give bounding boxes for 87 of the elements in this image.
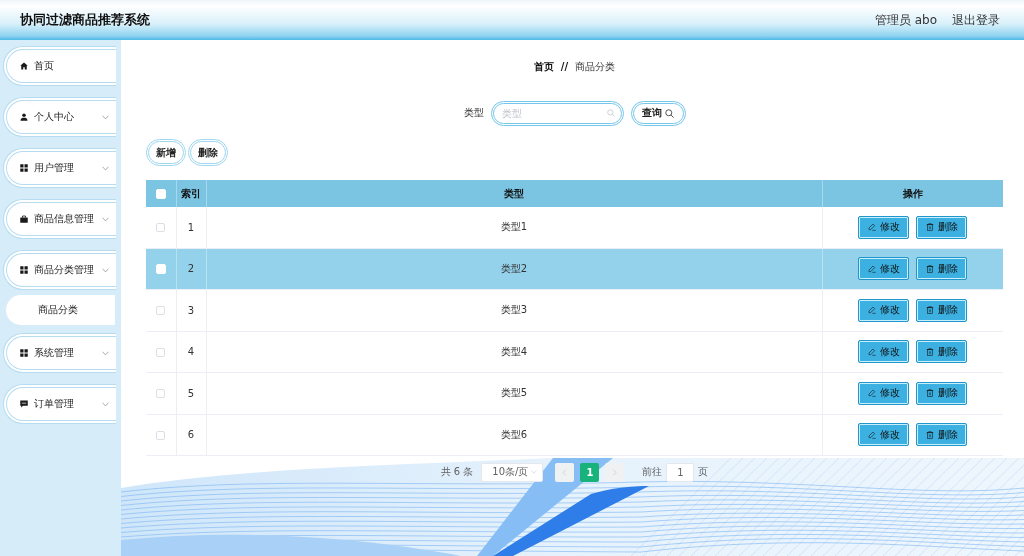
grid-icon [20, 266, 28, 274]
table-cell: 类型2 [206, 248, 822, 290]
table-cell: 5 [176, 372, 206, 414]
table-cell: 3 [176, 289, 206, 331]
table-cell: 类型1 [206, 207, 822, 248]
goto-suffix: 页 [698, 465, 709, 479]
edit-button[interactable]: 修改 [858, 298, 910, 322]
table-cell: 类型4 [206, 331, 822, 373]
add-button[interactable]: 新增 [146, 139, 186, 166]
row-checkbox[interactable] [156, 430, 166, 440]
delete-button[interactable]: 删除 [916, 257, 968, 281]
user-name: 管理员 abo [874, 11, 937, 29]
nav-item[interactable]: 系统管理 [3, 333, 116, 373]
delete-button[interactable]: 删除 [916, 215, 968, 239]
breadcrumb-item[interactable]: 首页 [533, 60, 554, 74]
table-row[interactable]: 4 类型4 修改 删除 [146, 331, 1003, 373]
trash-icon [925, 347, 934, 356]
delete-button[interactable]: 删除 [916, 298, 968, 322]
table-row[interactable]: 5 类型5 修改 删除 [146, 372, 1003, 414]
chevron-down-icon [102, 165, 109, 171]
nav-item[interactable]: 商品分类管理 [3, 250, 116, 290]
chevron-down-icon [102, 267, 109, 273]
edit-icon [867, 430, 876, 439]
trash-icon [925, 264, 934, 273]
breadcrumb-item: 商品分类 [575, 60, 616, 74]
chevron-down-icon [102, 216, 109, 222]
grid-icon [20, 349, 28, 357]
edit-button[interactable]: 修改 [858, 423, 910, 447]
edit-icon [867, 264, 876, 273]
column-header: 类型 [206, 180, 822, 207]
table-cell: 6 [176, 414, 206, 456]
trash-icon [925, 430, 934, 439]
submenu-item[interactable]: 商品分类 [6, 295, 115, 325]
query-button[interactable]: 查询 [630, 100, 686, 126]
chevron-down-icon [102, 401, 109, 407]
nav-item[interactable]: 用户管理 [3, 148, 116, 188]
row-checkbox[interactable] [156, 306, 166, 316]
table-cell: 4 [176, 331, 206, 373]
home-icon [20, 62, 28, 70]
briefcase-icon [20, 215, 28, 223]
trash-icon [925, 306, 934, 315]
select-all-checkbox[interactable] [155, 189, 166, 199]
delete-button[interactable]: 删除 [916, 423, 968, 447]
trash-icon [925, 223, 934, 232]
delete-button[interactable]: 删除 [916, 340, 968, 364]
edit-button[interactable]: 修改 [858, 257, 910, 281]
table-row[interactable]: 2 类型2 修改 删除 [146, 248, 1003, 290]
table-cell: 2 [176, 248, 206, 290]
pagination-total: 共 6 条 [440, 465, 474, 479]
table-row[interactable]: 3 类型3 修改 删除 [146, 289, 1003, 331]
edit-icon [867, 389, 876, 398]
table-cell: 类型5 [206, 372, 822, 414]
search-icon [606, 108, 615, 117]
table-cell: 1 [176, 207, 206, 248]
chevron-down-icon [102, 114, 109, 120]
nav-item[interactable]: 订单管理 [3, 384, 116, 424]
delete-button[interactable]: 删除 [916, 381, 968, 405]
delete-button[interactable]: 删除 [188, 139, 228, 166]
table-row[interactable]: 6 类型6 修改 删除 [146, 414, 1003, 456]
edit-button[interactable]: 修改 [858, 215, 910, 239]
column-header: 索引 [176, 180, 206, 207]
chat-icon [20, 400, 28, 408]
breadcrumb-separator: // [560, 60, 569, 74]
nav-item[interactable]: 首页 [3, 46, 116, 86]
edit-button[interactable]: 修改 [858, 381, 910, 405]
nav-item[interactable]: 个人中心 [3, 97, 116, 137]
edit-icon [867, 347, 876, 356]
logout-link[interactable]: 退出登录 [952, 11, 1000, 29]
row-checkbox[interactable] [156, 389, 166, 399]
table-row[interactable]: 1 类型1 修改 删除 [146, 207, 1003, 248]
goto-label: 前往 [642, 465, 663, 479]
table-cell: 类型3 [206, 289, 822, 331]
trash-icon [925, 389, 934, 398]
row-checkbox[interactable] [156, 223, 166, 233]
search-label: 类型 [463, 106, 484, 120]
nav-item[interactable]: 商品信息管理 [3, 199, 116, 239]
user-icon [20, 113, 28, 121]
edit-button[interactable]: 修改 [858, 340, 910, 364]
grid-icon [20, 164, 28, 172]
column-header: 操作 [822, 180, 1003, 207]
edit-icon [867, 223, 876, 232]
table-cell: 类型6 [206, 414, 822, 456]
search-icon [665, 108, 674, 118]
chevron-down-icon [102, 350, 109, 356]
row-checkbox[interactable] [156, 347, 166, 357]
edit-icon [867, 306, 876, 315]
app-title: 协同过滤商品推荐系统 [20, 11, 150, 29]
